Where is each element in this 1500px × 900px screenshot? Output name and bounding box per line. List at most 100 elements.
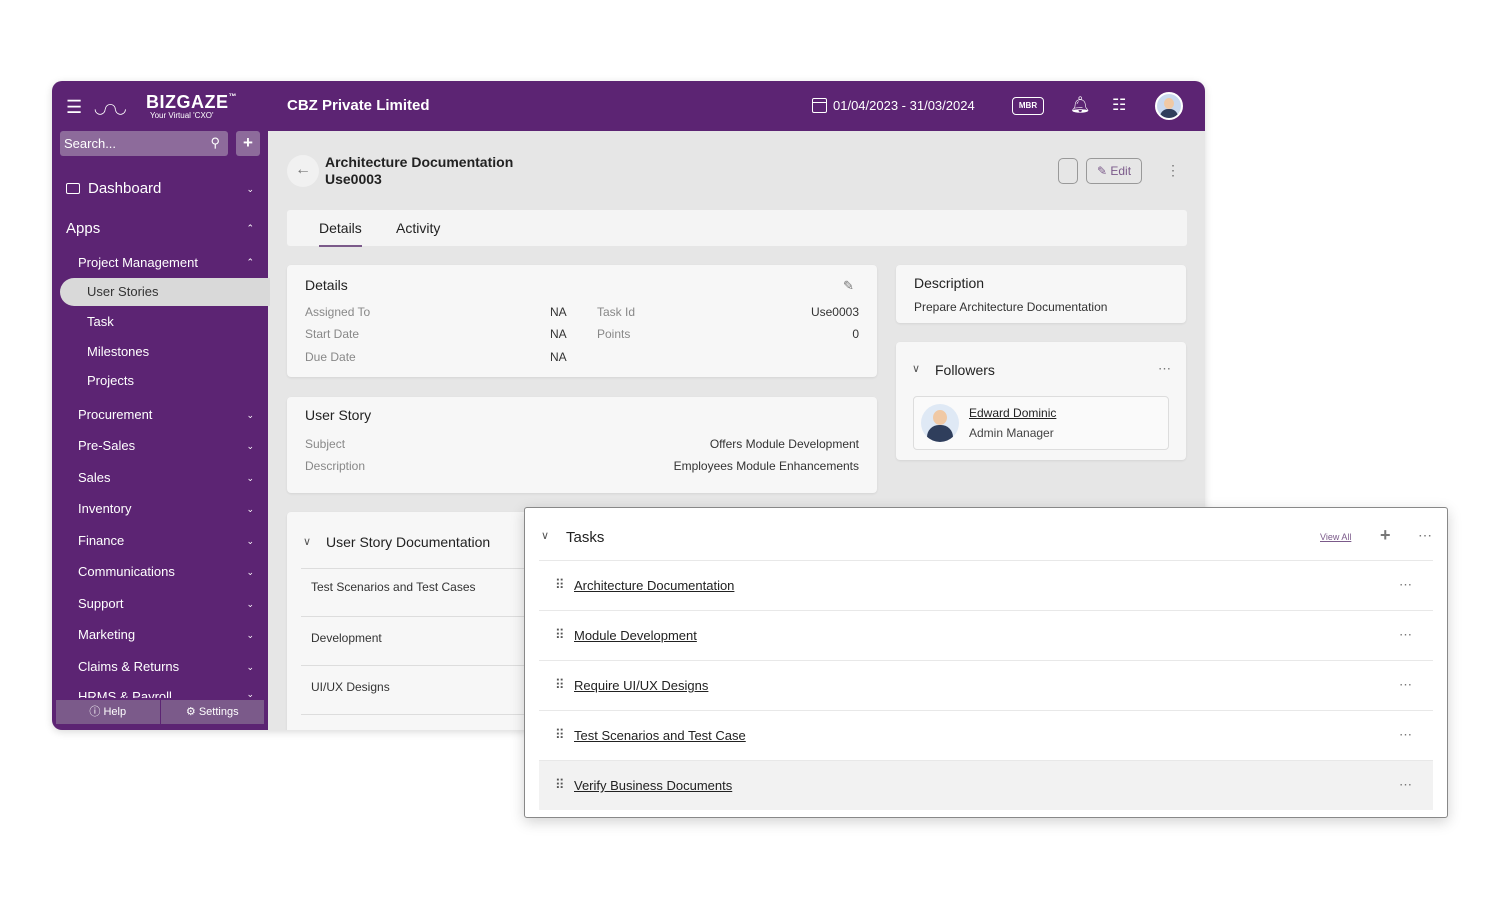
more-options-icon[interactable]: ⋮ bbox=[1166, 162, 1180, 179]
chevron-down-icon: ⌄ bbox=[246, 441, 254, 451]
sidebar-item-label: Claims & Returns bbox=[78, 659, 180, 674]
sidebar-item-label: Task bbox=[87, 314, 114, 329]
sidebar-footer: ⓘ Help ⚙ Settings bbox=[56, 700, 264, 724]
help-label: Help bbox=[103, 706, 127, 718]
row-options-icon[interactable]: ⋯ bbox=[1399, 777, 1412, 793]
dashboard-icon bbox=[66, 183, 80, 194]
task-link[interactable]: Require UI/UX Designs bbox=[574, 678, 708, 693]
edit-button[interactable]: ✎ Edit bbox=[1086, 158, 1142, 184]
task-id-value: Use0003 bbox=[810, 305, 859, 319]
list-item[interactable]: Test Scenarios and Test Cases bbox=[301, 568, 531, 617]
row-options-icon[interactable]: ⋯ bbox=[1399, 677, 1412, 693]
list-icon[interactable]: ☷ bbox=[1112, 95, 1126, 115]
tab-activity[interactable]: Activity bbox=[396, 220, 440, 236]
drag-handle-icon[interactable]: ⠿ bbox=[555, 677, 564, 693]
sidebar-item-project-management[interactable]: Project Management ⌃ bbox=[78, 255, 268, 270]
sidebar-item-support[interactable]: Support ⌄ bbox=[78, 596, 268, 611]
sidebar-item-claims-returns[interactable]: Claims & Returns ⌄ bbox=[78, 659, 268, 674]
chevron-down-icon: ⌄ bbox=[246, 473, 254, 483]
sidebar-item-procurement[interactable]: Procurement ⌄ bbox=[78, 407, 268, 422]
list-item[interactable]: UI/UX Designs bbox=[301, 666, 531, 715]
add-button[interactable]: + bbox=[236, 131, 260, 156]
follower-role: Admin Manager bbox=[969, 426, 1054, 440]
chevron-down-icon[interactable]: ∨ bbox=[541, 529, 549, 542]
row-options-icon[interactable]: ⋯ bbox=[1399, 727, 1412, 743]
sidebar-item-user-stories[interactable]: User Stories bbox=[60, 278, 270, 306]
description-value: Employees Module Enhancements bbox=[673, 459, 859, 473]
sidebar-item-label: Communications bbox=[78, 564, 175, 579]
sidebar-item-sales[interactable]: Sales ⌄ bbox=[78, 470, 268, 485]
bizgaze-logo[interactable]: ◡◠◡ BIZGAZE™ Your Virtual 'CXO' bbox=[94, 92, 237, 122]
followers-heading: Followers bbox=[935, 362, 995, 378]
table-row: ⠿ Require UI/UX Designs ⋯ bbox=[539, 660, 1433, 710]
sidebar-item-pre-sales[interactable]: Pre-Sales ⌄ bbox=[78, 438, 268, 453]
chevron-down-icon: ⌄ bbox=[246, 536, 254, 546]
pencil-icon[interactable]: ✎ bbox=[843, 278, 854, 294]
task-link[interactable]: Test Scenarios and Test Case bbox=[574, 728, 746, 743]
avatar-body bbox=[1160, 109, 1178, 118]
sidebar-item-inventory[interactable]: Inventory ⌄ bbox=[78, 501, 268, 516]
sidebar-item-finance[interactable]: Finance ⌄ bbox=[78, 533, 268, 548]
details-card: Details ✎ Assigned To NA Start Date NA D… bbox=[287, 265, 877, 377]
list-item[interactable]: Development bbox=[301, 617, 531, 666]
start-date-label: Start Date bbox=[305, 327, 360, 341]
due-date-value: NA bbox=[550, 350, 567, 364]
mbr-button[interactable]: MBR bbox=[1012, 97, 1044, 115]
drag-handle-icon[interactable]: ⠿ bbox=[555, 777, 564, 793]
sidebar-item-label: Marketing bbox=[78, 627, 136, 642]
sidebar: Search... ⚲ + Dashboard ⌄ Apps ⌃ Project… bbox=[52, 131, 270, 730]
follower-avatar bbox=[921, 404, 959, 442]
view-all-link[interactable]: View All bbox=[1320, 532, 1351, 542]
chevron-down-icon: ⌄ bbox=[246, 410, 254, 420]
sidebar-item-label: Project Management bbox=[78, 255, 198, 270]
task-link[interactable]: Module Development bbox=[574, 628, 697, 643]
details-heading: Details bbox=[305, 277, 348, 293]
sidebar-item-label: Sales bbox=[78, 470, 111, 485]
search-placeholder: Search... bbox=[64, 136, 117, 151]
add-task-icon[interactable]: + bbox=[1380, 525, 1391, 546]
toggle-button[interactable] bbox=[1058, 158, 1078, 184]
company-name[interactable]: CBZ Private Limited bbox=[287, 97, 430, 114]
back-arrow-icon[interactable]: ← bbox=[287, 155, 319, 187]
chevron-down-icon[interactable]: ∨ bbox=[303, 535, 311, 548]
sidebar-item-communications[interactable]: Communications ⌄ bbox=[78, 564, 268, 579]
table-row: ⠿ Module Development ⋯ bbox=[539, 610, 1433, 660]
chevron-down-icon: ⌄ bbox=[246, 630, 254, 640]
sidebar-item-dashboard[interactable]: Dashboard ⌄ bbox=[66, 180, 282, 197]
search-input[interactable]: Search... ⚲ bbox=[60, 131, 228, 156]
search-icon[interactable]: ⚲ bbox=[210, 135, 220, 151]
row-options-icon[interactable]: ⋯ bbox=[1399, 577, 1412, 593]
sidebar-item-label: Dashboard bbox=[88, 180, 162, 197]
drag-handle-icon[interactable]: ⠿ bbox=[555, 727, 564, 743]
bell-icon[interactable]: 🔔︎ bbox=[1070, 95, 1090, 115]
date-range-selector[interactable]: 01/04/2023 - 31/03/2024 bbox=[812, 98, 975, 113]
subject-value: Offers Module Development bbox=[709, 437, 859, 451]
row-options-icon[interactable]: ⋯ bbox=[1399, 627, 1412, 643]
sidebar-item-label: Milestones bbox=[87, 344, 150, 359]
task-link[interactable]: Architecture Documentation bbox=[574, 578, 734, 593]
list-item-label: UI/UX Designs bbox=[311, 680, 390, 694]
hamburger-menu-icon[interactable]: ☰ bbox=[66, 97, 82, 118]
follower-name-link[interactable]: Edward Dominic bbox=[969, 406, 1056, 420]
sidebar-item-hrms-payroll[interactable]: HRMS & Payroll ⌄ bbox=[78, 689, 268, 698]
chevron-down-icon[interactable]: ∨ bbox=[912, 362, 920, 375]
sidebar-item-label: Finance bbox=[78, 533, 125, 548]
sidebar-item-label: User Stories bbox=[87, 284, 159, 299]
sidebar-item-apps[interactable]: Apps ⌃ bbox=[66, 220, 282, 237]
sidebar-item-label: Apps bbox=[66, 220, 101, 237]
drag-handle-icon[interactable]: ⠿ bbox=[555, 627, 564, 643]
user-story-card: User Story Subject Offers Module Develop… bbox=[287, 397, 877, 493]
sidebar-item-marketing[interactable]: Marketing ⌄ bbox=[78, 627, 268, 642]
chevron-down-icon: ⌄ bbox=[246, 504, 254, 514]
assigned-to-label: Assigned To bbox=[305, 305, 371, 319]
more-options-icon[interactable]: ⋯ bbox=[1158, 361, 1171, 377]
drag-handle-icon[interactable]: ⠿ bbox=[555, 577, 564, 593]
sidebar-item-label: Procurement bbox=[78, 407, 153, 422]
user-avatar[interactable] bbox=[1155, 92, 1183, 120]
task-link[interactable]: Verify Business Documents bbox=[574, 778, 732, 793]
settings-button[interactable]: ⚙ Settings bbox=[159, 700, 265, 724]
table-row: ⠿ Architecture Documentation ⋯ bbox=[539, 560, 1433, 610]
more-options-icon[interactable]: ⋯ bbox=[1418, 527, 1432, 544]
tab-details[interactable]: Details bbox=[319, 220, 362, 247]
help-button[interactable]: ⓘ Help bbox=[56, 700, 160, 724]
